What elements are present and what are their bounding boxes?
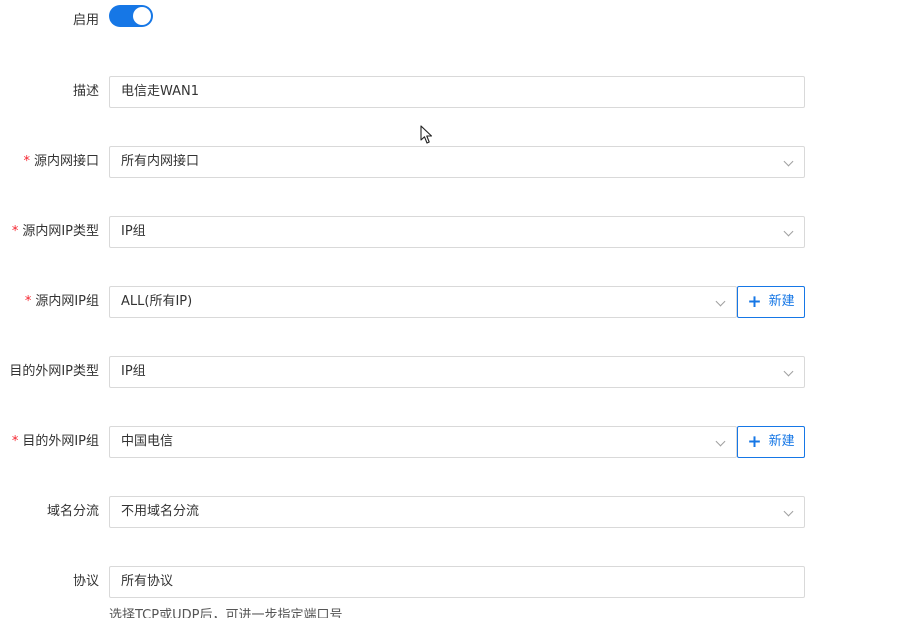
src-interface-select[interactable]: 所有内网接口: [109, 146, 805, 178]
protocol-select[interactable]: 所有协议: [109, 566, 805, 598]
chevron-down-icon: [783, 156, 794, 167]
required-mark: *: [23, 154, 30, 169]
chevron-down-icon: [783, 506, 794, 517]
dst-ip-group-select[interactable]: 中国电信: [109, 426, 737, 458]
plus-icon: +: [747, 292, 762, 312]
protocol-hint: 选择TCP或UDP后，可进一步指定端口号: [109, 608, 343, 618]
src-interface-value: 所有内网接口: [121, 154, 200, 169]
mouse-cursor-icon: [420, 125, 434, 149]
description-value: 电信走WAN1: [121, 84, 200, 99]
src-ip-type-select[interactable]: IP组: [109, 216, 805, 248]
src-ip-type-value: IP组: [121, 224, 146, 239]
chevron-down-icon: [783, 366, 794, 377]
new-button-label: 新建: [768, 434, 795, 449]
chevron-down-icon: [783, 226, 794, 237]
protocol-value: 所有协议: [121, 574, 174, 589]
dst-ip-type-value: IP组: [121, 364, 146, 379]
dst-ip-type-select[interactable]: IP组: [109, 356, 805, 388]
src-ip-group-label: * 源内网IP组: [25, 286, 99, 318]
dst-ip-type-label: 目的外网IP类型: [9, 364, 99, 379]
src-interface-label-text: 源内网接口: [33, 154, 99, 169]
chevron-down-icon: [715, 436, 726, 447]
src-ip-type-label-text: 源内网IP类型: [22, 224, 99, 239]
plus-icon: +: [747, 432, 762, 452]
dst-ip-group-new-button[interactable]: + 新建: [737, 426, 805, 458]
dst-ip-group-value: 中国电信: [121, 434, 174, 449]
domain-split-value: 不用域名分流: [121, 504, 200, 519]
dst-ip-group-label-text: 目的外网IP组: [22, 434, 99, 449]
enable-toggle[interactable]: [109, 5, 153, 27]
domain-split-select[interactable]: 不用域名分流: [109, 496, 805, 528]
enable-label: 启用: [72, 13, 99, 28]
required-mark: *: [11, 224, 19, 239]
protocol-label: 协议: [72, 574, 99, 589]
dst-ip-group-label: * 目的外网IP组: [12, 426, 99, 458]
required-mark: *: [24, 294, 32, 309]
src-ip-group-value: ALL(所有IP): [121, 294, 193, 309]
src-ip-group-new-button[interactable]: + 新建: [737, 286, 805, 318]
domain-split-label: 域名分流: [46, 504, 99, 519]
new-button-label: 新建: [768, 294, 795, 309]
src-ip-group-select[interactable]: ALL(所有IP): [109, 286, 737, 318]
src-ip-group-label-text: 源内网IP组: [35, 294, 99, 309]
chevron-down-icon: [715, 296, 726, 307]
required-mark: *: [11, 434, 19, 449]
src-interface-label: * 源内网接口: [23, 146, 99, 178]
description-input[interactable]: 电信走WAN1: [109, 76, 805, 108]
toggle-knob: [133, 7, 151, 25]
src-ip-type-label: * 源内网IP类型: [12, 216, 99, 248]
description-label: 描述: [72, 84, 99, 99]
